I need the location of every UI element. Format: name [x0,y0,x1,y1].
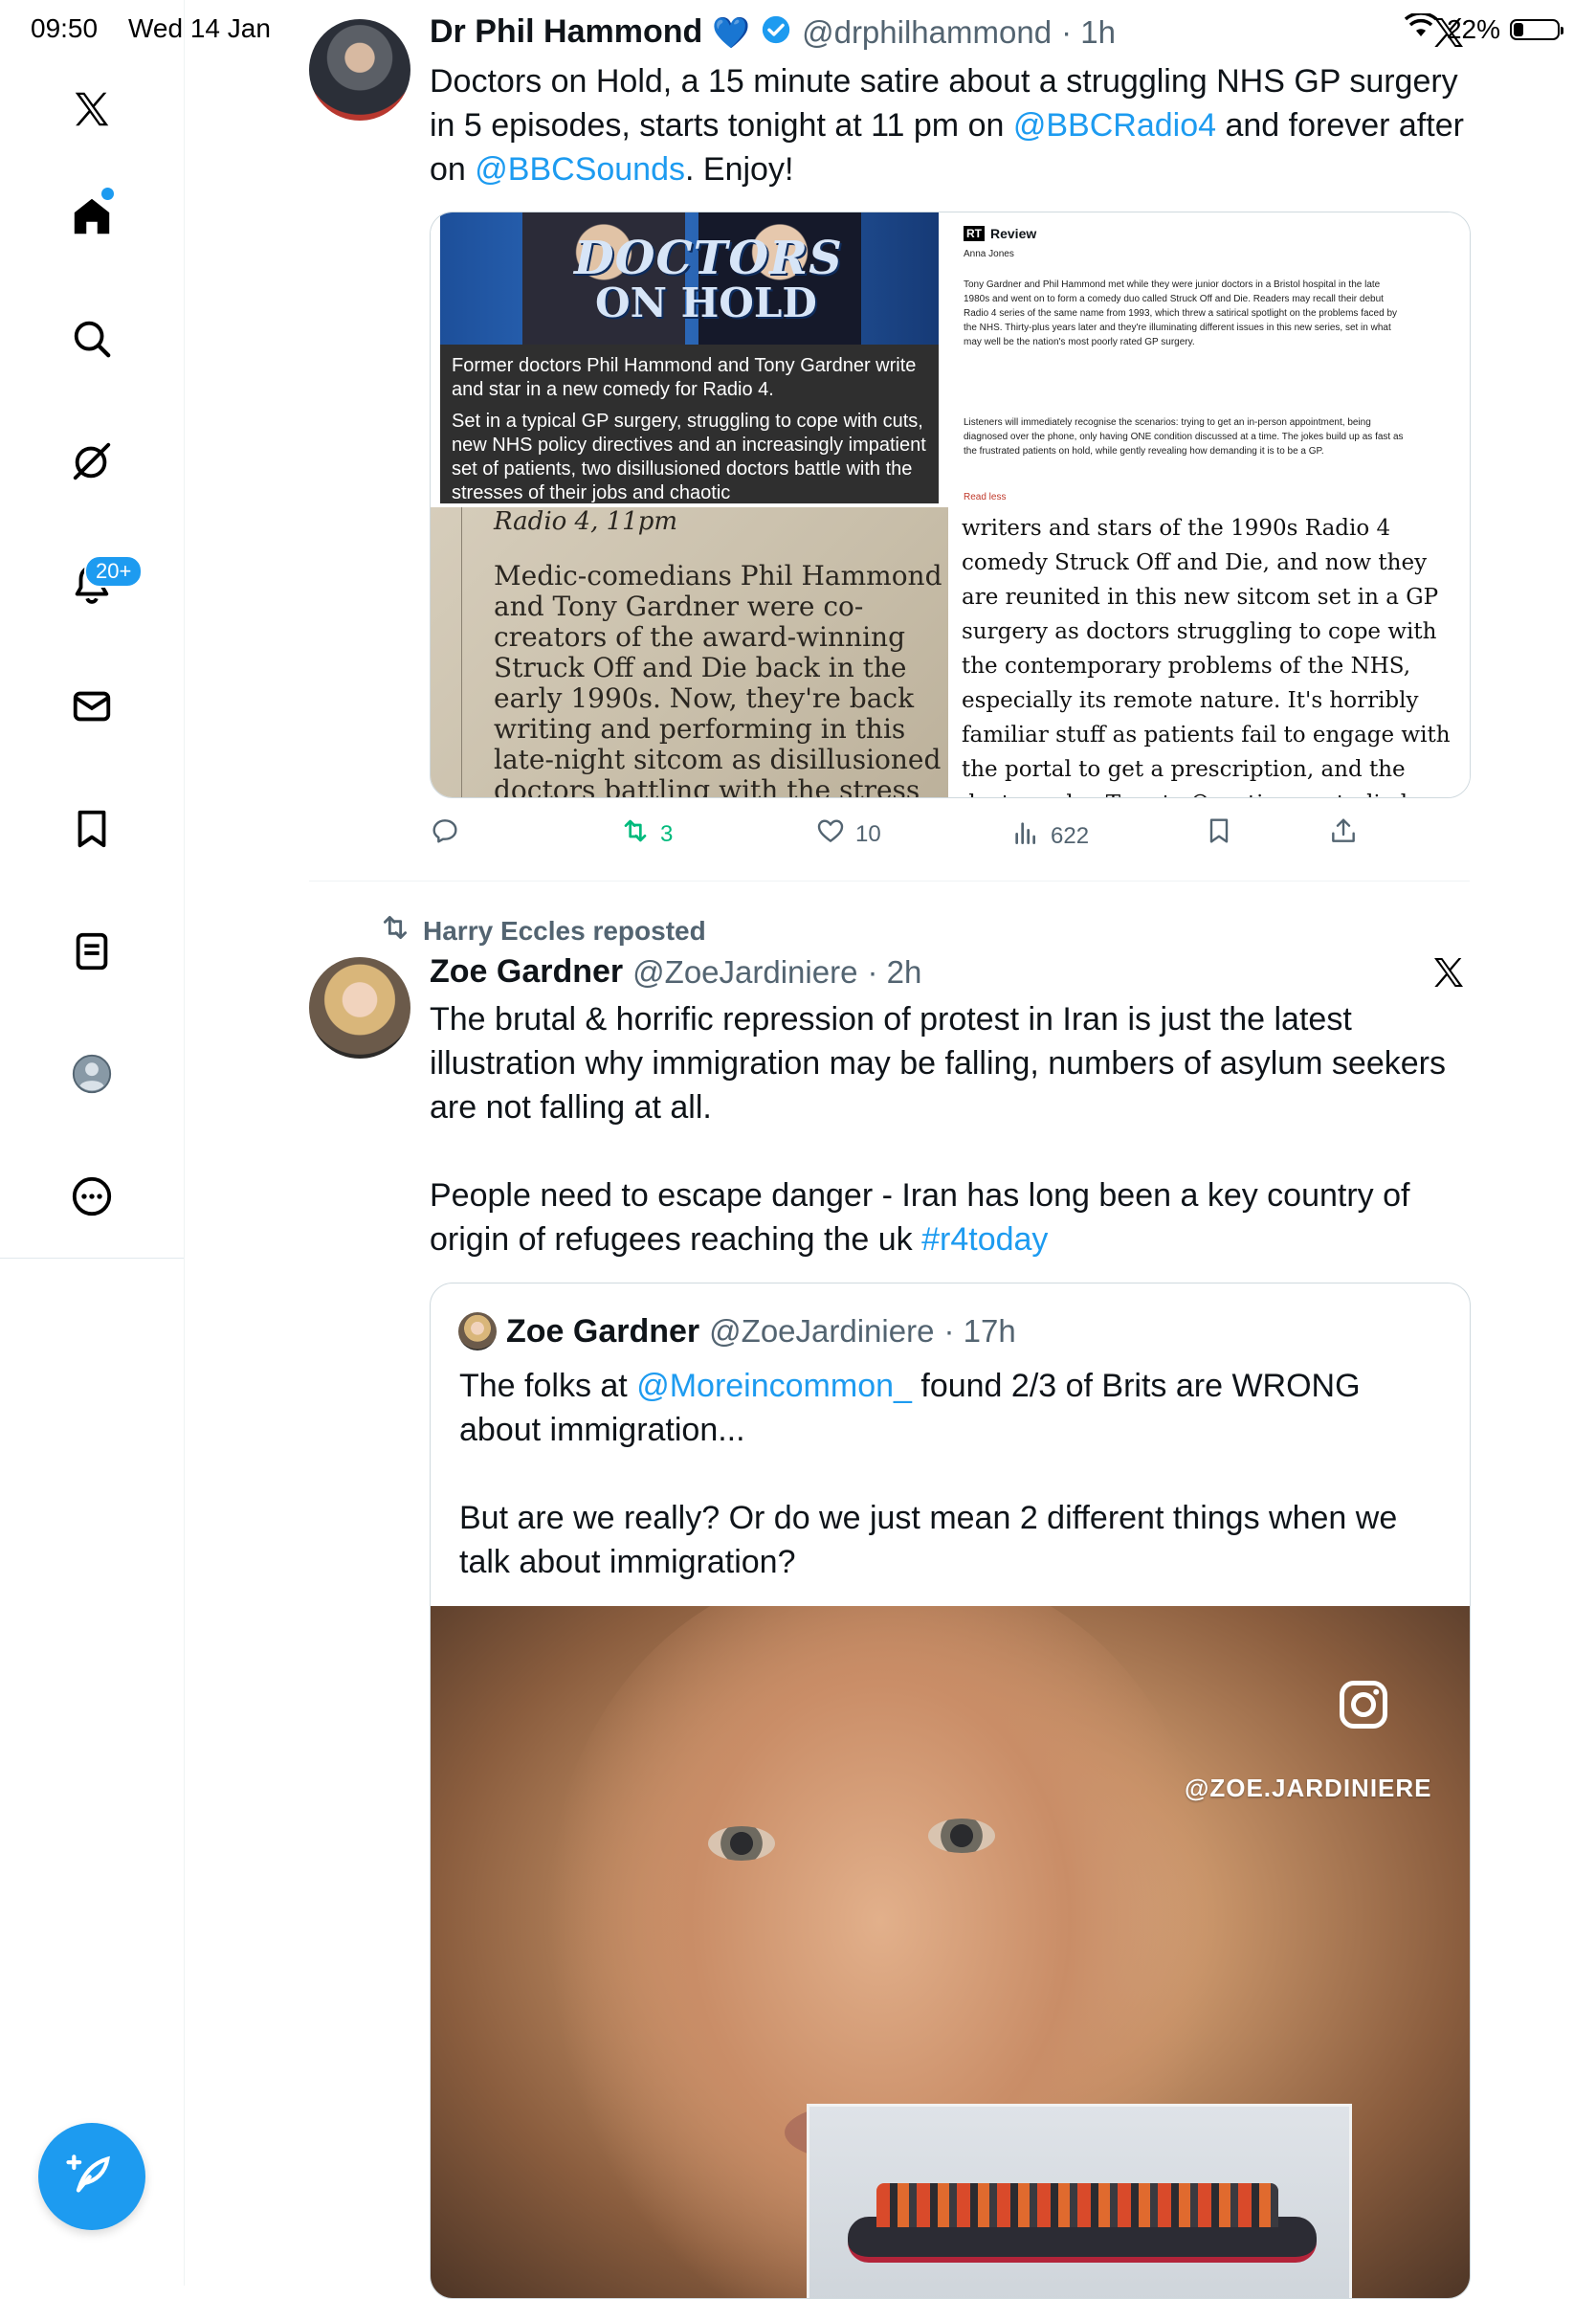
review-logo: RT [964,226,985,241]
newspaper-image[interactable]: Radio 4, 11pm Medic-comedians Phil Hammo… [431,507,948,797]
avatar[interactable] [309,19,410,121]
repost-context: Harry Eccles reposted [379,911,706,950]
reply-button[interactable] [430,815,470,853]
quote-header: Zoe Gardner @ZoeJardiniere · 17h [458,1312,1016,1350]
poster-caption-box: Former doctors Phil Hammond and Tony Gar… [440,345,939,503]
clipping-text: writers and stars of the 1990s Radio 4 c… [962,516,1451,797]
column-rule [461,507,462,797]
quote-author-name[interactable]: Zoe Gardner [506,1313,699,1350]
poster-title-2: ON HOLD [595,279,817,326]
tweet-text: The brutal & horrific repression of prot… [430,997,1482,1261]
bookmark-icon [1204,815,1234,853]
review-paragraph-1: Tony Gardner and Phil Hammond met while … [964,279,1398,347]
repost-by-label[interactable]: Harry Eccles reposted [423,916,706,947]
video-eye-left [708,1826,775,1861]
media-grid[interactable]: DOCTORS ON HOLD Former doctors Phil Hamm… [430,212,1471,798]
bookmark-button[interactable] [1204,815,1234,853]
quote-time[interactable]: · 17h [943,1313,1015,1350]
notifications-badge: 20+ [84,555,144,588]
quote-author-handle[interactable]: @ZoeJardiniere [709,1313,934,1350]
heart-icon [815,815,846,853]
poster-image[interactable]: DOCTORS ON HOLD Former doctors Phil Hamm… [431,212,948,503]
battery-icon [1510,18,1563,40]
more-icon[interactable] [63,1168,121,1225]
video-eye-right [928,1819,995,1853]
tweet-text: Doctors on Hold, a 15 minute satire abou… [430,59,1482,191]
bookmarks-icon[interactable] [63,800,121,858]
repost-button[interactable]: 3 [620,815,673,853]
lists-icon[interactable] [63,923,121,980]
clipping-image[interactable]: writers and stars of the 1990s Radio 4 c… [952,507,1470,797]
tweet-header: Dr Phil Hammond 💙 @drphilhammond · 1h [430,13,1116,51]
review-header: RT Review [964,226,1036,241]
sidebar-divider [0,1258,184,1259]
like-count: 10 [855,820,881,847]
poster-title-1: DOCTORS [574,232,843,285]
review-paragraph-2: Listeners will immediately recognise the… [964,417,1404,457]
reply-icon [430,815,460,853]
text-segment: The brutal & horrific repression of prot… [430,1001,1446,1258]
mention-moreincommon[interactable]: @Moreincommon_ [636,1368,912,1404]
review-read-less: Read less [964,492,1007,502]
newspaper-heading: Radio 4, 11pm [494,507,678,536]
review-label: Review [990,226,1037,241]
like-button[interactable]: 10 [815,815,881,853]
author-handle[interactable]: @ZoeJardiniere [632,954,857,991]
avatar[interactable] [309,957,410,1059]
share-icon [1328,815,1359,853]
text-segment: The folks at [459,1368,637,1404]
boat-passengers [876,2183,1278,2227]
status-indicators: 22% [1404,11,1563,45]
tweet-header: Zoe Gardner @ZoeJardiniere · 2h [430,953,921,991]
quote-text: The folks at @Moreincommon_ found 2/3 of… [459,1364,1445,1584]
messages-icon[interactable] [63,678,121,735]
text-segment: . Enjoy! [685,151,794,188]
tweet-time[interactable]: · 2h [867,954,921,991]
hashtag-r4today[interactable]: #r4today [921,1221,1048,1258]
views-count: 622 [1051,822,1090,849]
blue-heart-emoji: 💙 [712,14,751,50]
author-handle[interactable]: @drphilhammond [802,14,1052,51]
poster-caption-2: Set in a typical GP surgery, struggling … [452,411,926,503]
share-button[interactable] [1328,815,1359,853]
search-icon[interactable] [63,310,121,368]
repost-icon [379,911,411,950]
video-watermark: @ZOE.JARDINIERE [1185,1774,1432,1802]
instagram-icon [1335,1676,1392,1733]
review-image[interactable]: RT Review Anna Jones Tony Gardner and Ph… [952,212,1470,503]
quote-video[interactable]: @ZOE.JARDINIERE [431,1606,1470,2298]
newspaper-text: Medic-comedians Phil Hammond and Tony Ga… [494,560,942,798]
poster-caption-1: Former doctors Phil Hammond and Tony Gar… [452,355,917,400]
compose-button[interactable] [38,2123,145,2230]
x-mark-icon[interactable] [1430,953,1468,996]
author-name[interactable]: Zoe Gardner [430,953,623,991]
grok-icon[interactable] [63,433,121,490]
inset-boat-image [807,2104,1352,2298]
repost-count: 3 [660,820,674,847]
feather-plus-icon [65,2148,119,2206]
mention-bbcradio4[interactable]: @BBCRadio4 [1013,107,1216,144]
quote-avatar[interactable] [458,1312,497,1350]
verified-badge-icon [760,13,792,51]
review-author: Anna Jones [964,249,1014,259]
quote-tweet[interactable]: Zoe Gardner @ZoeJardiniere · 17h The fol… [430,1283,1471,2299]
views-button[interactable]: 622 [1010,817,1089,855]
sidebar: 20+ [0,0,185,2286]
repost-icon [620,815,651,853]
mention-bbcsounds[interactable]: @BBCSounds [475,151,685,188]
profile-avatar-icon[interactable] [63,1045,121,1103]
views-icon [1010,817,1041,855]
author-name[interactable]: Dr Phil Hammond [430,13,702,51]
x-logo-icon[interactable] [63,80,121,138]
tweet-time[interactable]: · 1h [1061,14,1116,51]
poster-banner: DOCTORS ON HOLD [440,212,939,345]
tweet-divider [309,881,1470,882]
unread-dot [101,188,114,200]
x-mark-icon[interactable] [1430,13,1468,56]
